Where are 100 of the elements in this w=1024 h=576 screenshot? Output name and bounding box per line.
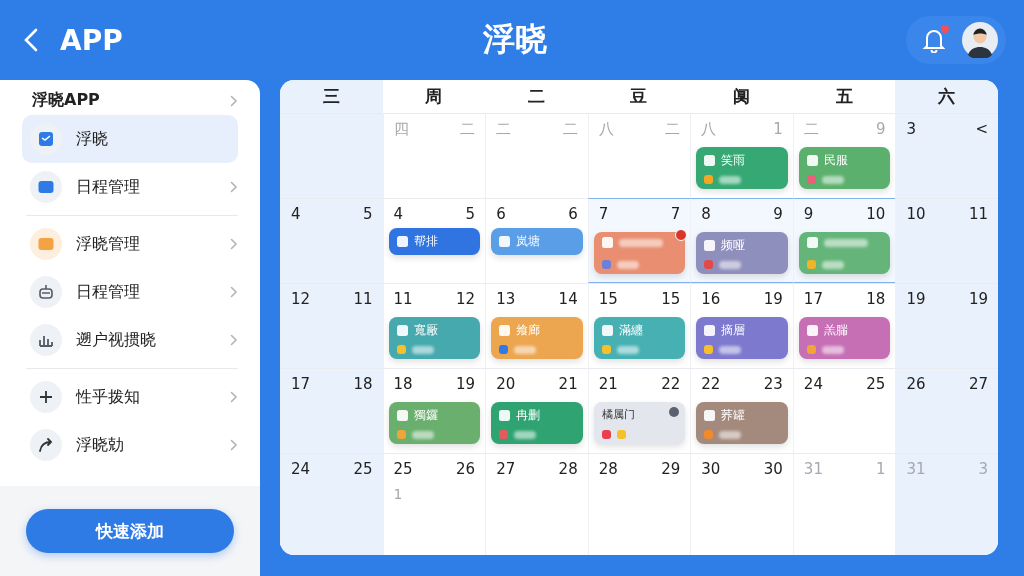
day-cell[interactable]: 11 12 寬厰 [382,283,486,368]
note-icon [396,410,408,421]
back-label[interactable]: APP [60,23,123,57]
blurred-label [514,345,537,354]
day-number: 18 [393,375,413,395]
day-cell[interactable]: 17 18 [280,368,383,453]
chevron-right-icon [230,334,238,346]
day-cell[interactable]: 16 19 摘層 [690,283,793,368]
chevron-right-icon [230,181,238,193]
note-icon [704,410,716,421]
sidebar-item[interactable]: 浮晓管理 [22,220,238,268]
blurred-label [616,345,639,354]
day-cell[interactable]: 15 15 滿纏 [587,283,691,368]
day-number: 27 [968,375,988,395]
weekday-header: 二 [526,85,546,108]
day-cell[interactable]: 4 5 [280,198,383,283]
day-cell[interactable]: 19 19 [895,283,998,368]
day-number: 26 [906,375,926,395]
day-number: 八 [598,120,614,140]
weekday-header: 周 [424,85,444,108]
day-cell[interactable]: 9 10 [792,198,896,283]
day-number: 1 [875,460,886,480]
day-number: 25 [353,460,373,480]
blurred-label [719,345,742,354]
day-cell[interactable]: 20 21 冉删 [485,368,588,453]
day-number: 21 [598,375,618,395]
event-title: 滿纏 [618,322,643,339]
event-card[interactable]: 摘層 [696,317,788,359]
weekday-header: 六 [895,80,998,113]
chevron-right-icon [230,238,238,250]
day-number: 7 [670,205,681,225]
event-card[interactable]: 橘属门 [593,402,686,444]
day-number: 1 [773,120,783,140]
day-number: 二 [803,120,819,140]
day-cell[interactable]: 6 6 岚塘 [485,198,588,283]
bell-icon[interactable] [922,27,946,53]
day-number: 28 [598,460,618,480]
chevron-right-icon [230,286,238,298]
blurred-label [618,238,663,247]
day-cell[interactable]: 27 28 [485,453,588,555]
share-icon [30,429,62,461]
back-icon[interactable] [24,28,38,52]
day-cell[interactable]: 13 14 飨廊 [485,283,588,368]
weekday-header: 五 [834,85,854,108]
day-cell[interactable]: 22 23 荞罐 [690,368,793,453]
sidebar-item[interactable]: 性乎拨知 [22,373,238,421]
day-cell[interactable]: 30 30 [690,453,793,555]
calendar-icon [30,123,62,155]
day-cell[interactable] [280,113,383,198]
day-number: 13 [496,290,516,310]
day-number: 八 [701,120,717,140]
day-cell[interactable]: 28 29 [587,453,691,555]
quick-add-button[interactable]: 快速添加 [26,509,234,553]
sidebar-item[interactable]: 日程管理 [22,268,238,316]
day-number: 28 [558,460,578,480]
note-icon [704,240,716,251]
sidebar-item[interactable]: 日程管理 [22,163,238,211]
day-cell[interactable]: 17 18 羔腨 [792,283,896,368]
day-number: 30 [763,460,783,480]
day-cell[interactable]: 8 9 频哑 [690,198,793,283]
day-number: 8 [701,205,711,225]
day-cell[interactable]: 24 25 [280,453,383,555]
day-number: 10 [906,205,926,225]
window-title: 浮晓 [482,19,548,60]
day-number: 23 [763,375,783,395]
blurred-label [719,430,742,439]
day-number: 29 [661,460,681,480]
event-chip[interactable]: 帮排 [388,228,481,255]
day-cell[interactable]: 7 7 [587,198,691,283]
day-number: 17 [291,375,311,395]
event-title: 橘属门 [601,407,635,422]
day-cell[interactable]: 3 < [895,113,998,198]
day-cell[interactable]: 10 11 [895,198,998,283]
day-cell[interactable]: 25 26 1 [382,453,486,555]
note-icon [806,155,818,166]
day-number: 20 [496,375,516,395]
sidebar-title: 浮晓APP [32,90,100,111]
day-number: 四 [393,120,409,140]
day-cell[interactable]: 21 22 橘属门 [587,368,691,453]
day-number: 22 [701,375,721,395]
avatar-icon[interactable] [962,22,998,58]
event-card[interactable] [798,232,891,274]
day-number: 9 [875,120,886,140]
sidebar-item[interactable]: 浮晓 [22,115,238,163]
day-cell[interactable]: 26 27 [895,368,998,453]
event-title: 民服 [823,152,848,169]
note-icon [806,325,818,336]
event-card[interactable] [593,232,686,274]
event-title: 频哑 [721,237,746,254]
day-number: 二 [665,120,681,140]
day-number: 27 [496,460,516,480]
note-icon [704,325,716,336]
day-cell[interactable]: 12 11 [280,283,383,368]
day-cell[interactable]: 4 5 帮排 [382,198,486,283]
sidebar-item[interactable]: 浮晓勀 [22,421,238,469]
day-number: 二 [562,120,578,140]
event-title: 摘層 [721,322,746,339]
day-cell[interactable]: 18 19 獨鑼 [382,368,486,453]
day-number: 25 [393,460,413,480]
sidebar-item[interactable]: 遡户视掼晓 [22,316,238,364]
